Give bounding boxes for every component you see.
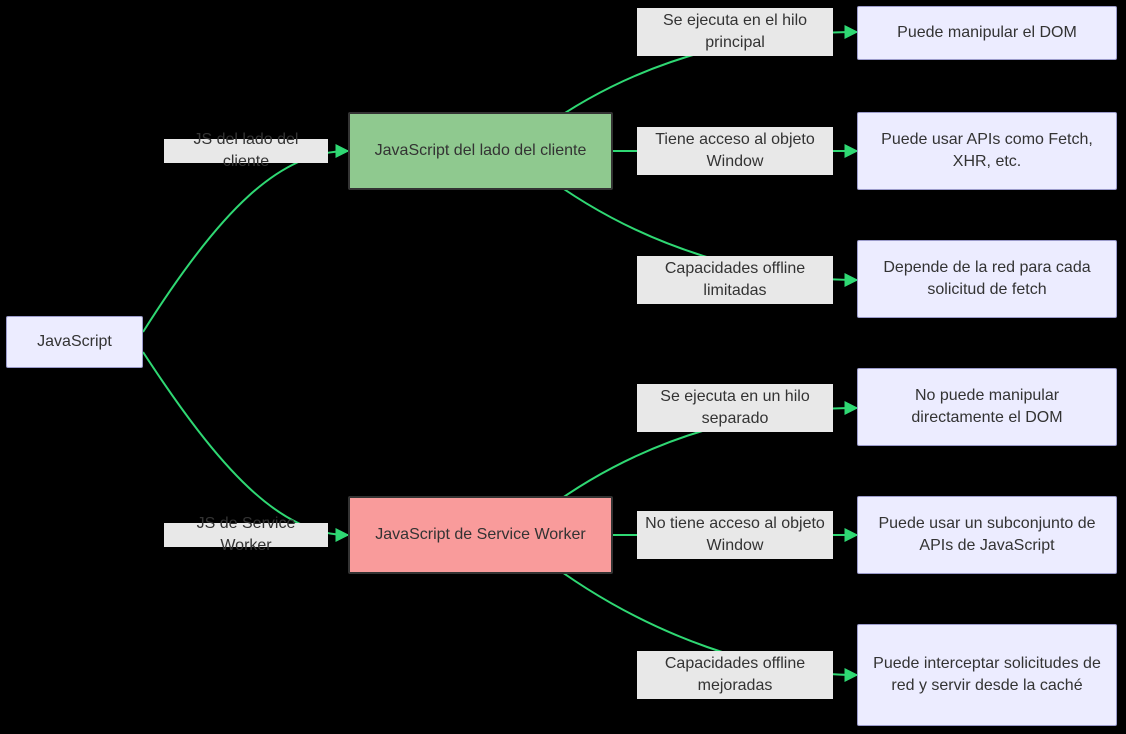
- node-client-dom[interactable]: Puede manipular el DOM: [857, 6, 1117, 60]
- edge-label-sw-s1: Se ejecuta en un hilo separado: [637, 384, 833, 432]
- node-client[interactable]: JavaScript del lado del cliente: [348, 112, 613, 190]
- edge-label-root-client: JS del lado del cliente: [164, 139, 328, 163]
- node-sw-apis[interactable]: Puede usar un subconjunto de APIs de Jav…: [857, 496, 1117, 574]
- node-client-apis[interactable]: Puede usar APIs como Fetch, XHR, etc.: [857, 112, 1117, 190]
- edge-root-sw: [143, 352, 348, 535]
- edge-label-sw-s3: Capacidades offline mejoradas: [637, 651, 833, 699]
- edge-label-client-c1: Se ejecuta en el hilo principal: [637, 8, 833, 56]
- node-sw-dom[interactable]: No puede manipular directamente el DOM: [857, 368, 1117, 446]
- diagram-canvas: JavaScript JavaScript del lado del clien…: [0, 0, 1126, 734]
- node-sw-offline[interactable]: Puede interceptar solicitudes de red y s…: [857, 624, 1117, 726]
- edge-label-client-c3: Capacidades offline limitadas: [637, 256, 833, 304]
- node-client-offline[interactable]: Depende de la red para cada solicitud de…: [857, 240, 1117, 318]
- edge-label-sw-s2: No tiene acceso al objeto Window: [637, 511, 833, 559]
- node-root[interactable]: JavaScript: [6, 316, 143, 368]
- node-sw[interactable]: JavaScript de Service Worker: [348, 496, 613, 574]
- edge-label-client-c2: Tiene acceso al objeto Window: [637, 127, 833, 175]
- edge-label-root-sw: JS de Service Worker: [164, 523, 328, 547]
- edge-root-client: [143, 151, 348, 332]
